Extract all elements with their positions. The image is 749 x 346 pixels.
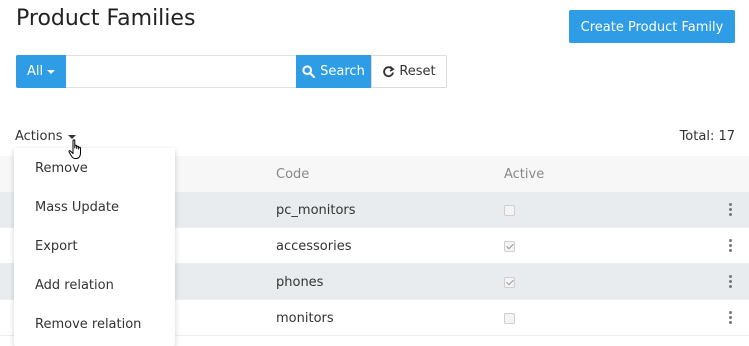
search-input[interactable] — [66, 55, 296, 88]
kebab-icon[interactable] — [727, 203, 733, 216]
menu-item-export[interactable]: Export — [14, 227, 175, 266]
column-header-code[interactable]: Code — [276, 167, 309, 182]
filter-label: All — [26, 64, 44, 79]
menu-item-remove[interactable]: Remove — [14, 149, 175, 188]
filter-dropdown-button[interactable]: All — [16, 55, 66, 88]
code-cell: monitors — [276, 311, 334, 326]
page-title: Product Families — [16, 6, 196, 31]
column-header-active[interactable]: Active — [504, 167, 544, 182]
search-icon — [302, 65, 316, 78]
reset-button[interactable]: Reset — [371, 55, 447, 88]
actions-dropdown-menu: Remove Mass Update Export Add relation Remov… — [14, 148, 175, 346]
actions-menu-toggle[interactable]: Actions — [15, 129, 76, 144]
active-checkbox — [504, 313, 515, 324]
search-bar: All Search Reset — [16, 55, 447, 88]
menu-item-remove-relation[interactable]: Remove relation — [14, 305, 175, 344]
actions-label: Actions — [15, 129, 63, 144]
refresh-icon — [383, 65, 395, 78]
code-cell: pc_monitors — [276, 203, 356, 218]
hand-pointer-icon — [68, 139, 81, 159]
code-cell: accessories — [276, 239, 352, 254]
kebab-icon[interactable] — [727, 275, 733, 288]
menu-item-add-relation[interactable]: Add relation — [14, 266, 175, 305]
menu-item-mass-update[interactable]: Mass Update — [14, 188, 175, 227]
search-button[interactable]: Search — [296, 55, 371, 88]
active-checkbox — [504, 205, 515, 216]
create-product-family-button[interactable]: Create Product Family — [569, 10, 735, 43]
code-cell: phones — [276, 275, 324, 290]
active-checkbox — [504, 277, 515, 288]
reset-button-label: Reset — [399, 64, 436, 79]
kebab-icon[interactable] — [727, 311, 733, 324]
search-button-label: Search — [320, 64, 365, 79]
kebab-icon[interactable] — [727, 239, 733, 252]
active-checkbox — [504, 241, 515, 252]
total-count: Total: 17 — [679, 129, 735, 144]
caret-down-icon — [67, 134, 76, 139]
caret-down-icon — [47, 69, 56, 74]
